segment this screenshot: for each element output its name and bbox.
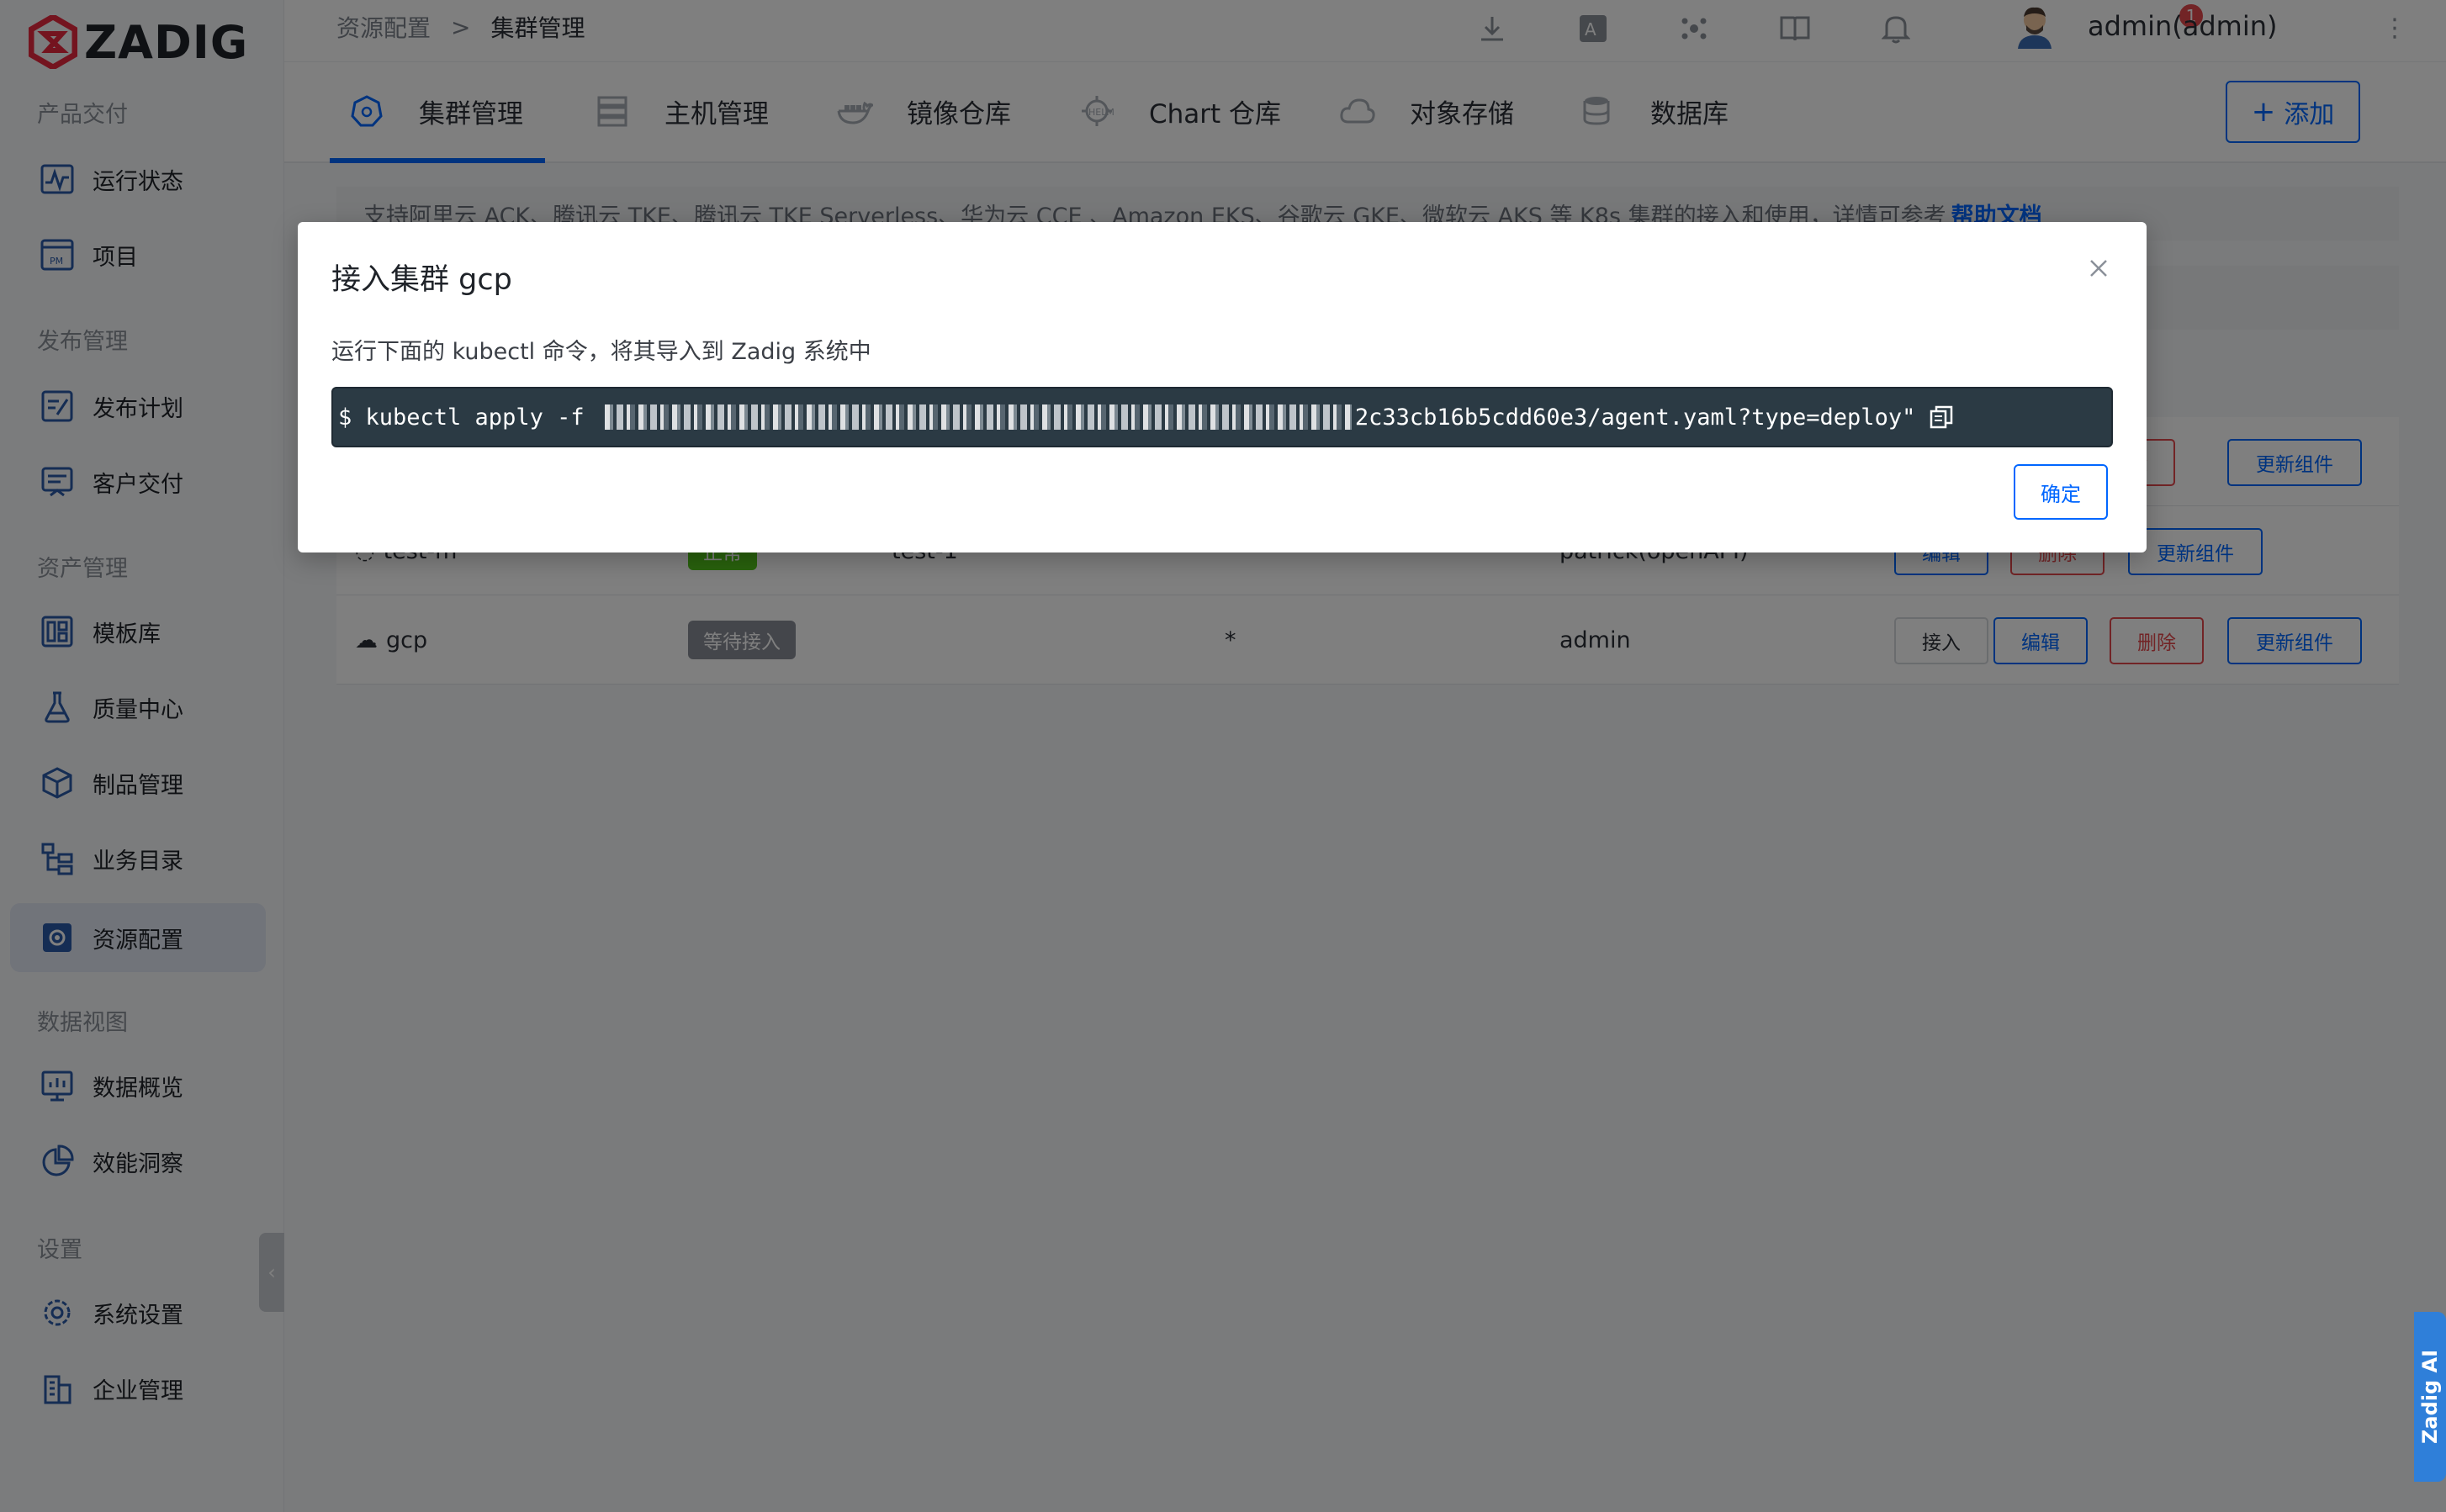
connect-cluster-dialog: 接入集群 gcp 运行下面的 kubectl 命令，将其导入到 Zadig 系统… [298, 222, 2147, 552]
copy-icon[interactable] [1929, 404, 1954, 430]
close-icon[interactable] [2086, 256, 2111, 281]
command-prefix: $ kubectl apply -f [338, 404, 598, 431]
dialog-title: 接入集群 gcp [331, 263, 512, 297]
dialog-description: 运行下面的 kubectl 命令，将其导入到 Zadig 系统中 [331, 339, 871, 365]
command-suffix: 2c33cb16b5cdd60e3/agent.yaml?type=deploy… [1354, 404, 1916, 431]
redacted-url [604, 404, 1352, 430]
zadig-ai-button[interactable]: Zadig AI [2414, 1312, 2446, 1482]
kubectl-command-box[interactable]: $ kubectl apply -f 2c33cb16b5cdd60e3/age… [331, 387, 2113, 447]
confirm-button[interactable]: 确定 [2014, 464, 2108, 520]
